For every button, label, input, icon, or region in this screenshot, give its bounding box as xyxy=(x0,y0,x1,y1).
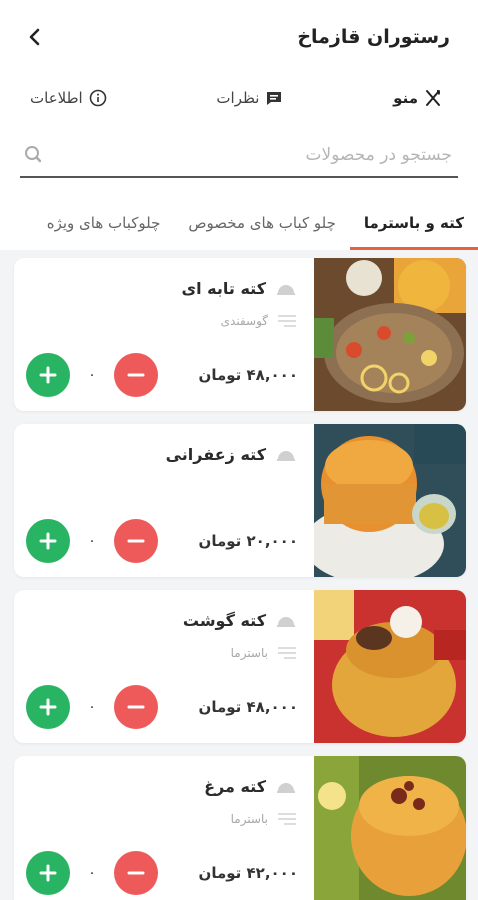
add-button[interactable] xyxy=(26,519,70,563)
product-subtitle: گوسفندی xyxy=(220,314,268,328)
product-info: کته مرغ باسترما ۴۲,۰۰۰ تومان ۰ xyxy=(14,756,314,900)
minus-icon xyxy=(127,539,145,543)
search-bar xyxy=(20,134,458,178)
product-subtitle: باسترما xyxy=(230,646,268,660)
product-info: کته تابه ای گوسفندی ۴۸,۰۰۰ تومان ۰ xyxy=(14,258,314,411)
quantity-stepper: ۰ xyxy=(26,851,158,895)
plus-icon xyxy=(39,864,57,882)
remove-button[interactable] xyxy=(114,685,158,729)
tab-menu-label: منو xyxy=(393,89,418,107)
minus-icon xyxy=(127,871,145,875)
tab-menu[interactable]: منو xyxy=(393,89,442,107)
quantity-value: ۰ xyxy=(88,367,96,383)
dish-cover-icon xyxy=(277,617,295,627)
product-name: کته گوشت xyxy=(182,610,266,630)
add-button[interactable] xyxy=(26,851,70,895)
remove-button[interactable] xyxy=(114,519,158,563)
dish-cover-icon xyxy=(277,783,295,793)
remove-button[interactable] xyxy=(114,353,158,397)
product-list: کته تابه ای گوسفندی ۴۸,۰۰۰ تومان ۰ کته ز… xyxy=(0,250,478,900)
comment-icon xyxy=(267,92,282,105)
quantity-stepper: ۰ xyxy=(26,353,158,397)
plus-icon xyxy=(39,532,57,550)
quantity-value: ۰ xyxy=(88,865,96,881)
tab-comments-label: نظرات xyxy=(216,89,260,107)
product-subtitle: باسترما xyxy=(230,812,268,826)
quantity-value: ۰ xyxy=(88,699,96,715)
tab-info-label: اطلاعات xyxy=(30,89,83,107)
product-name: کته مرغ xyxy=(204,776,266,796)
description-icon xyxy=(278,647,296,659)
back-button[interactable] xyxy=(20,22,50,52)
page-title: رستوران قازماخ xyxy=(297,26,450,48)
section-tabs: منو نظرات اطلاعات xyxy=(0,74,478,122)
category-tabs: کته و باسترما چلو کباب های مخصوص چلوکباب… xyxy=(0,178,478,250)
dish-cover-icon xyxy=(277,451,295,461)
quantity-value: ۰ xyxy=(88,533,96,549)
product-card[interactable]: کته گوشت باسترما ۴۸,۰۰۰ تومان ۰ xyxy=(14,590,466,743)
info-icon xyxy=(89,89,107,107)
app-root: رستوران قازماخ منو نظرات اطلاعات جستجو د… xyxy=(0,0,478,900)
plus-icon xyxy=(39,366,57,384)
minus-icon xyxy=(127,705,145,709)
search-section xyxy=(0,122,478,178)
chevron-left-icon xyxy=(29,28,40,46)
search-input[interactable] xyxy=(52,145,452,165)
category-tab-vip-kabab[interactable]: چلوکباب های ویژه xyxy=(33,214,175,250)
quantity-stepper: ۰ xyxy=(26,685,158,729)
category-tab-kateh[interactable]: کته و باسترما xyxy=(349,214,478,250)
product-name: کته تابه ای xyxy=(181,278,266,298)
product-image xyxy=(314,258,466,411)
product-price: ۴۲,۰۰۰ تومان xyxy=(198,864,298,882)
quantity-stepper: ۰ xyxy=(26,519,158,563)
product-price: ۴۸,۰۰۰ تومان xyxy=(198,366,298,384)
plus-icon xyxy=(39,698,57,716)
product-price: ۲۰,۰۰۰ تومان xyxy=(198,532,298,550)
product-image xyxy=(314,756,466,900)
product-card[interactable]: کته مرغ باسترما ۴۲,۰۰۰ تومان ۰ xyxy=(14,756,466,900)
top-bar: رستوران قازماخ xyxy=(0,0,478,74)
product-info: کته زعفرانی ۲۰,۰۰۰ تومان ۰ xyxy=(14,424,314,577)
add-button[interactable] xyxy=(26,685,70,729)
cutlery-icon xyxy=(426,90,441,106)
dish-cover-icon xyxy=(277,285,295,295)
add-button[interactable] xyxy=(26,353,70,397)
minus-icon xyxy=(127,373,145,377)
product-image xyxy=(314,590,466,743)
tab-comments[interactable]: نظرات xyxy=(216,89,283,107)
product-name: کته زعفرانی xyxy=(165,444,266,464)
category-tab-special-kabab[interactable]: چلو کباب های مخصوص xyxy=(174,214,349,250)
tab-info[interactable]: اطلاعات xyxy=(30,89,107,107)
product-card[interactable]: کته زعفرانی ۲۰,۰۰۰ تومان ۰ xyxy=(14,424,466,577)
product-info: کته گوشت باسترما ۴۸,۰۰۰ تومان ۰ xyxy=(14,590,314,743)
remove-button[interactable] xyxy=(114,851,158,895)
product-image xyxy=(314,424,466,577)
description-icon xyxy=(278,813,296,825)
description-icon xyxy=(278,315,296,327)
product-price: ۴۸,۰۰۰ تومان xyxy=(198,698,298,716)
search-icon[interactable] xyxy=(20,144,42,166)
product-card[interactable]: کته تابه ای گوسفندی ۴۸,۰۰۰ تومان ۰ xyxy=(14,258,466,411)
